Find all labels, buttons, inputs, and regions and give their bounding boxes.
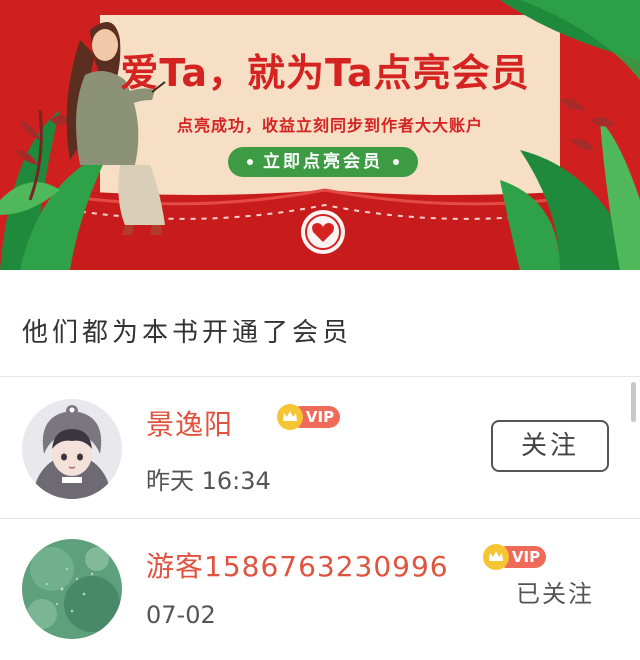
- section-title: 他们都为本书开通了会员: [22, 318, 353, 348]
- vip-badge: VIP: [482, 543, 546, 571]
- scrollbar[interactable]: [631, 382, 636, 422]
- anime-hooded-boy-avatar-icon: [22, 399, 122, 499]
- banner-title: 爱Ta，就为Ta点亮会员: [120, 51, 530, 95]
- avatar[interactable]: [22, 539, 122, 639]
- crown-icon: [483, 544, 509, 570]
- member-open-time: 07-02: [146, 601, 216, 629]
- follow-button[interactable]: 关注: [491, 420, 609, 472]
- dot-icon: [393, 159, 399, 165]
- green-leaves-avatar-icon: [22, 539, 122, 639]
- dot-icon: [247, 159, 253, 165]
- vip-badge: VIP: [276, 403, 340, 431]
- activate-membership-button[interactable]: 立即点亮会员: [228, 147, 418, 177]
- followed-status[interactable]: 已关注: [516, 574, 594, 609]
- banner-subtitle: 点亮成功，收益立刻同步到作者大大账户: [176, 116, 483, 135]
- activate-membership-label: 立即点亮会员: [263, 152, 383, 172]
- member-open-time: 昨天 16:34: [146, 467, 271, 495]
- member-name[interactable]: 游客1586763230996: [146, 545, 449, 585]
- member-name[interactable]: 景逸阳: [146, 403, 233, 443]
- avatar[interactable]: [22, 399, 122, 499]
- crown-icon: [277, 404, 303, 430]
- membership-banner[interactable]: 爱Ta，就为Ta点亮会员 点亮成功，收益立刻同步到作者大大账户 立即点亮会员: [0, 0, 640, 270]
